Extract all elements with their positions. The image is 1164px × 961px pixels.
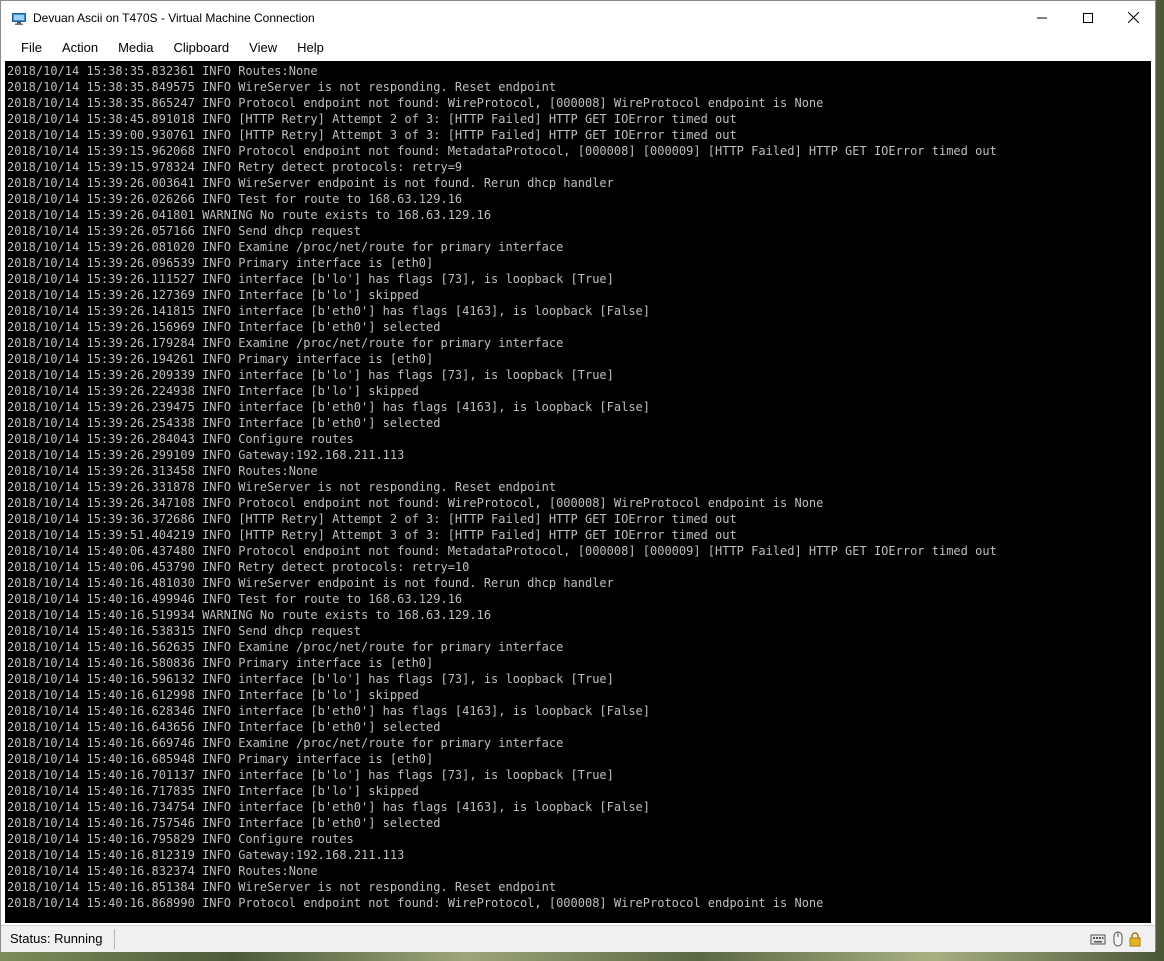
maximize-icon [1083, 10, 1093, 28]
console-line: 2018/10/14 15:40:16.499946 INFO Test for… [7, 592, 463, 606]
menu-media[interactable]: Media [108, 37, 163, 59]
console-line: 2018/10/14 15:40:16.612998 INFO Interfac… [7, 688, 419, 702]
console-line: 2018/10/14 15:40:16.538315 INFO Send dhc… [7, 624, 362, 638]
maximize-button[interactable] [1065, 1, 1111, 37]
menu-clipboard[interactable]: Clipboard [164, 37, 240, 59]
console-line: 2018/10/14 15:38:35.849575 INFO WireServ… [7, 80, 557, 94]
console-line: 2018/10/14 15:40:16.481030 INFO WireServ… [7, 576, 614, 590]
console-line: 2018/10/14 15:39:26.041801 WARNING No ro… [7, 208, 492, 222]
console-line: 2018/10/14 15:39:26.331878 INFO WireServ… [7, 480, 557, 494]
close-button[interactable] [1110, 1, 1156, 37]
minimize-button[interactable] [1019, 1, 1065, 37]
console-line: 2018/10/14 15:39:26.141815 INFO interfac… [7, 304, 650, 318]
console-line: 2018/10/14 15:39:51.404219 INFO [HTTP Re… [7, 528, 737, 542]
vm-console-screen[interactable]: 2018/10/14 15:38:35.832361 INFO Routes:N… [5, 61, 1151, 923]
close-icon [1127, 10, 1139, 28]
menu-help[interactable]: Help [287, 37, 334, 59]
console-line: 2018/10/14 15:39:26.224938 INFO Interfac… [7, 384, 419, 398]
console-line: 2018/10/14 15:39:26.299109 INFO Gateway:… [7, 448, 405, 462]
console-line: 2018/10/14 15:39:26.127369 INFO Interfac… [7, 288, 419, 302]
title-bar[interactable]: Devuan Ascii on T470S - Virtual Machine … [1, 1, 1155, 37]
console-line: 2018/10/14 15:39:26.026266 INFO Test for… [7, 192, 463, 206]
console-line: 2018/10/14 15:39:15.962068 INFO Protocol… [7, 144, 997, 158]
vm-status-text: Status: Running [10, 931, 103, 946]
console-line: 2018/10/14 15:40:16.832374 INFO Routes:N… [7, 864, 318, 878]
console-line: 2018/10/14 15:40:16.580836 INFO Primary … [7, 656, 434, 670]
console-line: 2018/10/14 15:40:06.437480 INFO Protocol… [7, 544, 997, 558]
console-line: 2018/10/14 15:38:35.865247 INFO Protocol… [7, 96, 824, 110]
console-line: 2018/10/14 15:39:26.254338 INFO Interfac… [7, 416, 441, 430]
console-line: 2018/10/14 15:40:16.851384 INFO WireServ… [7, 880, 557, 894]
lock-icon [1127, 931, 1143, 947]
console-line: 2018/10/14 15:40:16.669746 INFO Examine … [7, 736, 564, 750]
console-line: 2018/10/14 15:40:16.868990 INFO Protocol… [7, 896, 824, 910]
status-bar: Status: Running [1, 925, 1155, 952]
console-line: 2018/10/14 15:40:16.628346 INFO interfac… [7, 704, 650, 718]
console-line: 2018/10/14 15:39:26.209339 INFO interfac… [7, 368, 614, 382]
menu-file[interactable]: File [1, 37, 52, 59]
console-line: 2018/10/14 15:39:15.978324 INFO Retry de… [7, 160, 463, 174]
console-output: 2018/10/14 15:38:35.832361 INFO Routes:N… [7, 63, 997, 911]
console-line: 2018/10/14 15:39:26.284043 INFO Configur… [7, 432, 354, 446]
console-line: 2018/10/14 15:38:45.891018 INFO [HTTP Re… [7, 112, 737, 126]
keyboard-icon [1090, 931, 1106, 947]
console-line: 2018/10/14 15:40:16.562635 INFO Examine … [7, 640, 564, 654]
console-line: 2018/10/14 15:40:16.701137 INFO interfac… [7, 768, 614, 782]
console-line: 2018/10/14 15:40:16.812319 INFO Gateway:… [7, 848, 405, 862]
console-line: 2018/10/14 15:39:26.081020 INFO Examine … [7, 240, 564, 254]
vm-connection-window: Devuan Ascii on T470S - Virtual Machine … [0, 0, 1156, 952]
console-line: 2018/10/14 15:40:16.643656 INFO Interfac… [7, 720, 441, 734]
console-line: 2018/10/14 15:39:26.003641 INFO WireServ… [7, 176, 614, 190]
console-line: 2018/10/14 15:39:26.239475 INFO interfac… [7, 400, 650, 414]
minimize-icon [1037, 10, 1047, 28]
window-title: Devuan Ascii on T470S - Virtual Machine … [33, 11, 315, 25]
console-line: 2018/10/14 15:39:00.930761 INFO [HTTP Re… [7, 128, 737, 142]
console-line: 2018/10/14 15:40:16.519934 WARNING No ro… [7, 608, 492, 622]
hyper-v-monitor-icon [12, 12, 26, 25]
console-line: 2018/10/14 15:40:16.717835 INFO Interfac… [7, 784, 419, 798]
menu-view[interactable]: View [239, 37, 287, 59]
console-line: 2018/10/14 15:39:26.179284 INFO Examine … [7, 336, 564, 350]
status-separator [114, 929, 115, 949]
console-line: 2018/10/14 15:40:16.757546 INFO Interfac… [7, 816, 441, 830]
console-line: 2018/10/14 15:39:26.313458 INFO Routes:N… [7, 464, 318, 478]
mouse-icon [1110, 931, 1126, 947]
console-line: 2018/10/14 15:39:26.156969 INFO Interfac… [7, 320, 441, 334]
console-line: 2018/10/14 15:39:26.194261 INFO Primary … [7, 352, 434, 366]
console-line: 2018/10/14 15:40:16.795829 INFO Configur… [7, 832, 354, 846]
console-line: 2018/10/14 15:39:26.347108 INFO Protocol… [7, 496, 824, 510]
console-line: 2018/10/14 15:40:16.734754 INFO interfac… [7, 800, 650, 814]
console-line: 2018/10/14 15:38:35.832361 INFO Routes:N… [7, 64, 318, 78]
console-line: 2018/10/14 15:40:16.596132 INFO interfac… [7, 672, 614, 686]
console-line: 2018/10/14 15:40:16.685948 INFO Primary … [7, 752, 434, 766]
menu-bar: File Action Media Clipboard View Help [1, 37, 1155, 59]
menu-action[interactable]: Action [52, 37, 108, 59]
console-line: 2018/10/14 15:39:26.111527 INFO interfac… [7, 272, 614, 286]
console-line: 2018/10/14 15:40:06.453790 INFO Retry de… [7, 560, 470, 574]
console-line: 2018/10/14 15:39:36.372686 INFO [HTTP Re… [7, 512, 737, 526]
console-line: 2018/10/14 15:39:26.096539 INFO Primary … [7, 256, 434, 270]
console-line: 2018/10/14 15:39:26.057166 INFO Send dhc… [7, 224, 362, 238]
